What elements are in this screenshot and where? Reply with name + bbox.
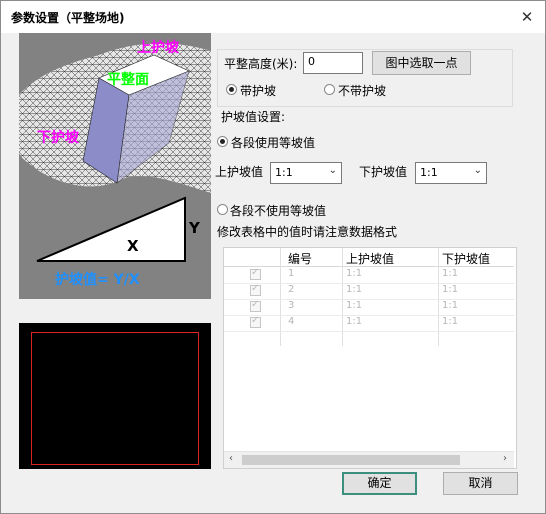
slope-table[interactable]: 编号 上护坡值 下护坡值 1 1:1 1:1 2 1:1 1:1 3 1:1 1… (223, 247, 517, 469)
row-top-slope[interactable]: 1:1 (346, 284, 362, 295)
table-row[interactable]: 4 1:1 1:1 (224, 315, 514, 332)
scroll-right-icon[interactable]: › (503, 453, 507, 464)
row-top-slope[interactable]: 1:1 (346, 268, 362, 279)
horizontal-scrollbar[interactable]: ‹ › (224, 451, 514, 468)
table-row[interactable]: 2 1:1 1:1 (224, 283, 514, 300)
flat-surface-label: 平整面 (107, 72, 149, 88)
with-slope-radio[interactable] (226, 84, 237, 95)
preview-boundary (31, 332, 199, 465)
top-slope-select[interactable]: 1:1 ⌄ (270, 162, 342, 184)
row-checkbox[interactable] (250, 283, 261, 296)
close-icon[interactable]: ✕ (517, 7, 537, 27)
row-top-slope[interactable]: 1:1 (346, 300, 362, 311)
row-checkbox[interactable] (250, 315, 261, 328)
chevron-down-icon: ⌄ (473, 165, 482, 176)
slope-settings-label: 护坡值设置: (221, 110, 286, 124)
row-bottom-slope[interactable]: 1:1 (442, 268, 458, 279)
with-slope-label: 带护坡 (240, 84, 277, 98)
pick-point-button[interactable]: 图中选取一点 (372, 51, 471, 75)
preview-canvas (19, 323, 211, 469)
header-top-slope: 上护坡值 (346, 252, 395, 266)
table-header: 编号 上护坡值 下护坡值 (224, 248, 514, 267)
scrollbar-thumb[interactable] (242, 455, 460, 465)
row-id: 1 (288, 268, 295, 279)
title-bar: 参数设置（平整场地) ✕ (1, 1, 545, 33)
equal-slope-radio[interactable] (217, 136, 228, 147)
equal-slope-label: 各段使用等坡值 (231, 136, 316, 150)
unequal-slope-label: 各段不使用等坡值 (230, 204, 327, 218)
level-height-input[interactable]: 0 (303, 52, 363, 74)
scroll-left-icon[interactable]: ‹ (229, 453, 233, 464)
row-bottom-slope[interactable]: 1:1 (442, 316, 458, 327)
unequal-slope-radio[interactable] (217, 204, 228, 215)
parameter-dialog: 参数设置（平整场地) ✕ 上护坡 平整面 下护坡 X Y 护坡值= Y/X 平整… (0, 0, 546, 514)
cancel-button[interactable]: 取消 (443, 472, 518, 495)
row-id: 3 (288, 300, 295, 311)
slope-formula: 护坡值= Y/X (55, 272, 140, 288)
bottom-slope-select-value: 1:1 (420, 166, 438, 179)
chevron-down-icon: ⌄ (328, 165, 337, 176)
row-id: 4 (288, 316, 295, 327)
row-checkbox[interactable] (250, 267, 261, 280)
bottom-slope-label: 下护坡 (37, 130, 79, 146)
row-id: 2 (288, 284, 295, 295)
top-slope-value-label: 上护坡值 (215, 165, 264, 179)
without-slope-label: 不带护坡 (338, 84, 387, 98)
header-id: 编号 (288, 252, 313, 266)
y-axis-label: Y (189, 219, 200, 237)
row-bottom-slope[interactable]: 1:1 (442, 284, 458, 295)
top-slope-select-value: 1:1 (275, 166, 293, 179)
row-bottom-slope[interactable]: 1:1 (442, 300, 458, 311)
header-bottom-slope: 下护坡值 (442, 252, 491, 266)
slope-illustration: 上护坡 平整面 下护坡 X Y 护坡值= Y/X (19, 33, 211, 299)
without-slope-radio[interactable] (324, 84, 335, 95)
bottom-slope-select[interactable]: 1:1 ⌄ (415, 162, 487, 184)
dialog-title: 参数设置（平整场地) (11, 11, 125, 25)
top-slope-label: 上护坡 (137, 40, 179, 56)
format-hint: 修改表格中的值时请注意数据格式 (217, 225, 398, 239)
x-axis-label: X (127, 237, 139, 255)
row-top-slope[interactable]: 1:1 (346, 316, 362, 327)
row-checkbox[interactable] (250, 299, 261, 312)
ok-button[interactable]: 确定 (342, 472, 417, 495)
table-row[interactable]: 3 1:1 1:1 (224, 299, 514, 316)
bottom-slope-value-label: 下护坡值 (359, 165, 408, 179)
level-height-label: 平整高度(米): (224, 57, 298, 71)
table-row[interactable]: 1 1:1 1:1 (224, 267, 514, 284)
